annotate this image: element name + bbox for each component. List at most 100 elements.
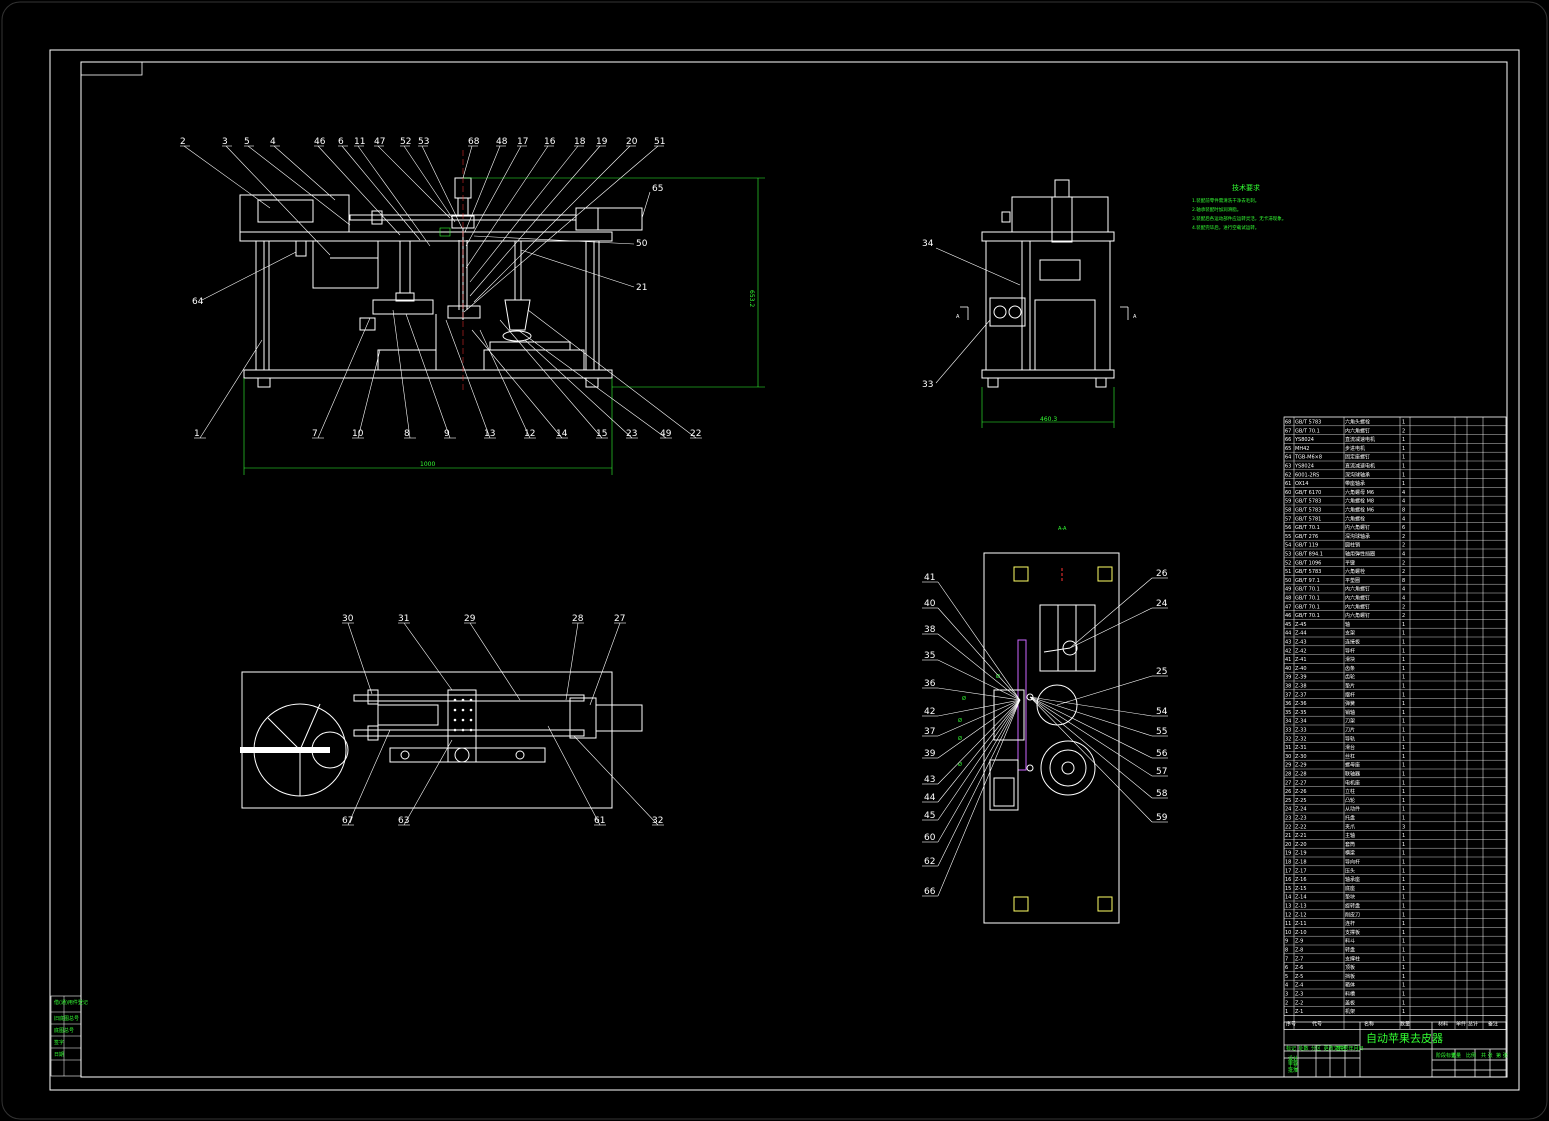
parts-row-code: Z-40 xyxy=(1295,666,1307,672)
parts-header-cell: 备注 xyxy=(1488,1020,1498,1027)
parts-row-code: Z-29 xyxy=(1295,763,1307,769)
parts-row-no: 33 xyxy=(1285,728,1291,734)
parts-row-no: 42 xyxy=(1285,648,1291,654)
parts-row-no: 62 xyxy=(1285,472,1291,478)
parts-row-code: Z-41 xyxy=(1295,657,1307,663)
parts-row-no: 13 xyxy=(1285,904,1291,910)
parts-row-qty: 4 xyxy=(1402,587,1405,593)
title-left-cell: 处数 xyxy=(1299,1045,1309,1052)
parts-row-qty: 1 xyxy=(1402,965,1405,971)
parts-row-code: Z-28 xyxy=(1295,772,1307,778)
top-bottom-label: 67 xyxy=(342,816,353,826)
parts-row-name: 销轴 xyxy=(1345,709,1355,716)
parts-row-qty: 1 xyxy=(1402,754,1405,760)
parts-row-qty: 1 xyxy=(1402,833,1405,839)
parts-row-no: 43 xyxy=(1285,640,1291,646)
section-right-label: 58 xyxy=(1156,789,1168,799)
parts-row-code: Z-20 xyxy=(1295,842,1307,848)
parts-row-qty: 1 xyxy=(1402,420,1405,426)
svg-text:Ø: Ø xyxy=(958,761,962,768)
parts-row-name: 内六角螺钉 xyxy=(1345,595,1370,602)
section-left-label: 45 xyxy=(924,811,935,821)
parts-row-name: 盖板 xyxy=(1345,999,1355,1006)
parts-row-code: Z-30 xyxy=(1295,754,1307,760)
parts-row-code: Z-4 xyxy=(1295,983,1303,989)
parts-row-no: 45 xyxy=(1285,622,1291,628)
section-right-label: 26 xyxy=(1156,569,1168,579)
parts-row-qty: 1 xyxy=(1402,1009,1405,1015)
parts-row-code: Z-11 xyxy=(1295,921,1307,927)
parts-row-name: 滑块 xyxy=(1345,656,1355,663)
parts-row-code: GB/T 70.1 xyxy=(1295,613,1320,619)
parts-header-cell: 代号 xyxy=(1312,1020,1322,1027)
front-top-label: 4 xyxy=(270,137,276,147)
parts-row-no: 51 xyxy=(1285,569,1291,575)
parts-row-code: Z-1 xyxy=(1295,1009,1303,1015)
parts-row-code: GB/T 70.1 xyxy=(1295,525,1320,531)
parts-row-qty: 1 xyxy=(1402,464,1405,470)
parts-header-cell: 数量 xyxy=(1400,1020,1410,1027)
parts-row-code: TGB-M6×8 xyxy=(1294,455,1322,461)
title-right-cell: 共 张 xyxy=(1481,1052,1493,1059)
front-top-label: 11 xyxy=(354,137,365,147)
parts-row-name: 支撑板 xyxy=(1345,929,1360,936)
parts-row-no: 4 xyxy=(1285,983,1288,989)
parts-row-no: 2 xyxy=(1285,1000,1288,1006)
parts-row-name: 顶板 xyxy=(1345,964,1355,971)
parts-row-code: Z-8 xyxy=(1295,948,1303,954)
parts-row-name: 垫块 xyxy=(1345,894,1355,901)
parts-row-name: 弹簧 xyxy=(1345,700,1355,707)
parts-row-no: 57 xyxy=(1285,516,1291,522)
parts-row-name: 导轨 xyxy=(1345,735,1355,742)
parts-row-no: 7 xyxy=(1285,956,1288,962)
parts-row-qty: 1 xyxy=(1402,904,1405,910)
parts-row-code: Z-32 xyxy=(1295,736,1307,742)
parts-row-code: Z-22 xyxy=(1295,824,1307,830)
parts-row-no: 11 xyxy=(1285,921,1291,927)
section-right-label: 25 xyxy=(1156,667,1167,677)
parts-row-no: 38 xyxy=(1285,684,1291,690)
parts-row-name: 六角螺栓 M6 xyxy=(1345,507,1374,514)
parts-header-cell: 材料 xyxy=(1438,1020,1448,1027)
parts-row-qty: 1 xyxy=(1402,736,1405,742)
title-left-cell: 分区 xyxy=(1311,1045,1321,1052)
parts-row-no: 59 xyxy=(1285,499,1291,505)
parts-row-qty: 1 xyxy=(1402,631,1405,637)
parts-row-qty: 1 xyxy=(1402,446,1405,452)
parts-row-code: 6001-2RS xyxy=(1295,472,1319,478)
parts-row-name: 料斗 xyxy=(1345,938,1355,945)
section-left-label: 66 xyxy=(924,887,936,897)
front-label-50: 50 xyxy=(636,239,648,249)
parts-row-name: 内六角螺钉 xyxy=(1345,603,1370,610)
parts-row-code: Z-26 xyxy=(1295,789,1307,795)
parts-row-name: 转盘 xyxy=(1345,947,1355,954)
parts-row-qty: 1 xyxy=(1402,886,1405,892)
front-top-label: 16 xyxy=(544,137,556,147)
parts-row-qty: 1 xyxy=(1402,622,1405,628)
parts-row-no: 41 xyxy=(1285,657,1291,663)
parts-row-no: 12 xyxy=(1285,912,1291,918)
parts-row-no: 27 xyxy=(1285,780,1291,786)
dim-front-height: 653.2 xyxy=(748,290,755,307)
parts-row-qty: 1 xyxy=(1402,728,1405,734)
top-label: 28 xyxy=(572,614,584,624)
front-top-label: 3 xyxy=(222,137,228,147)
parts-row-no: 36 xyxy=(1285,701,1291,707)
section-right-label: 57 xyxy=(1156,767,1167,777)
front-bottom-label: 9 xyxy=(444,429,450,439)
parts-row-no: 35 xyxy=(1285,710,1291,716)
front-top-label: 47 xyxy=(374,137,385,147)
parts-row-qty: 1 xyxy=(1402,974,1405,980)
parts-row-code: Z-25 xyxy=(1295,798,1307,804)
parts-row-qty: 1 xyxy=(1402,912,1405,918)
parts-row-name: 丝杠 xyxy=(1345,753,1355,760)
section-mark-right: A xyxy=(1133,314,1137,320)
parts-row-name: 深沟球轴承 xyxy=(1345,533,1370,540)
title-left-cell: 年月日 xyxy=(1349,1045,1364,1052)
parts-row-no: 14 xyxy=(1285,895,1291,901)
title-right-cell: 第 张 xyxy=(1496,1052,1508,1059)
parts-row-qty: 1 xyxy=(1402,481,1405,487)
parts-row-code: Z-37 xyxy=(1295,692,1307,698)
front-bottom-label: 15 xyxy=(596,429,607,439)
parts-row-qty: 1 xyxy=(1402,666,1405,672)
